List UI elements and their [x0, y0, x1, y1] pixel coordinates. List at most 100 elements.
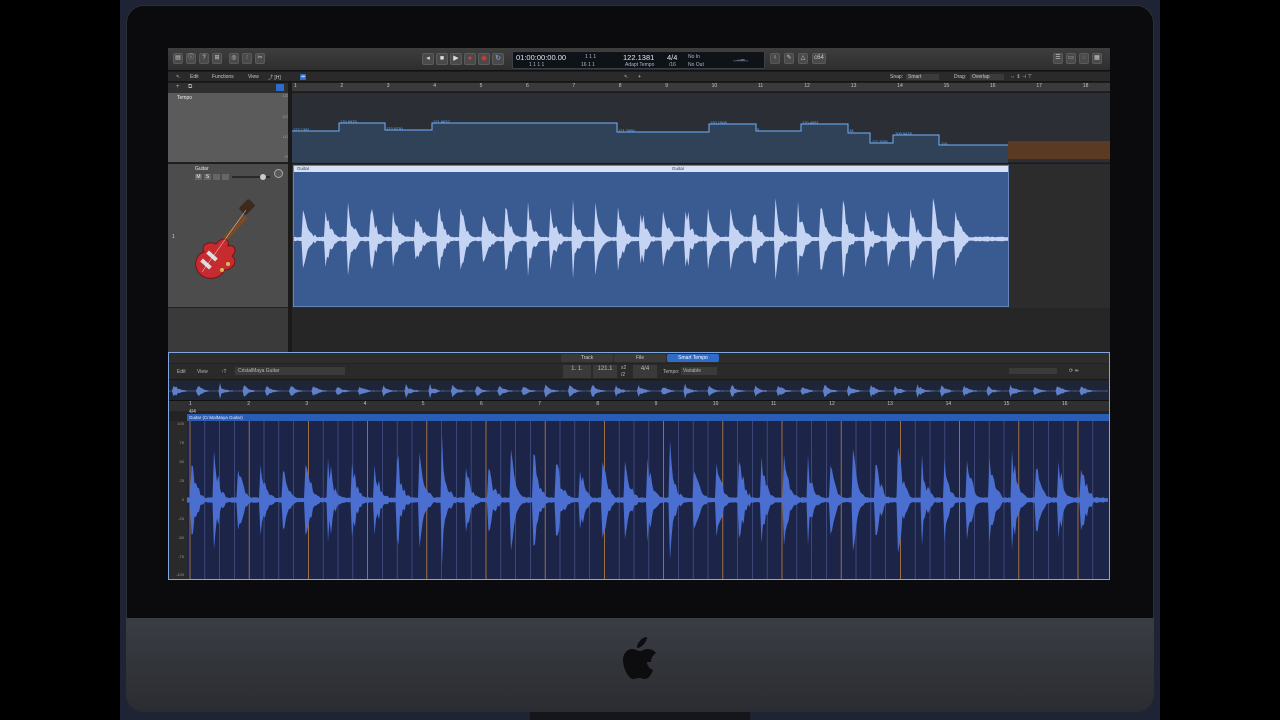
toolbar-icon[interactable]: ⊞ — [212, 53, 222, 64]
region-label: Guitar — [672, 166, 685, 171]
drag-label: Drag: — [954, 74, 967, 80]
help-icon[interactable]: ? — [199, 53, 209, 64]
ruler-bar-number: 13 — [850, 83, 857, 89]
tempo-lane[interactable]: 122.1381 120.8978 123.5230 121.8632 121.… — [292, 93, 1110, 163]
empty-track-area[interactable] — [292, 308, 1110, 352]
editor-waveform-area[interactable] — [187, 421, 1109, 579]
amplitude-tick: 50 — [179, 459, 184, 464]
inspector-icon[interactable]: ⓘ — [186, 53, 196, 64]
record-enable-button[interactable] — [213, 174, 220, 180]
lcd-display[interactable]: 01:00:00:00.00 1 1 1 1 1 1 1 16 1 1 122.… — [512, 51, 765, 69]
tempo-point-label: 121.7680 — [618, 128, 635, 133]
view-menu[interactable]: View — [248, 74, 259, 80]
editor-ruler-bar-number: 12 — [829, 401, 835, 407]
amplitude-tick: -75 — [178, 554, 184, 559]
browsers-icon[interactable]: ▦ — [1092, 53, 1102, 64]
position-field[interactable]: 1. 1. — [563, 365, 591, 378]
pencil-tool-icon[interactable]: + — [638, 74, 641, 80]
half-tempo-button[interactable]: /2 — [621, 372, 625, 378]
tempo-point-label: 120.1508 — [710, 120, 727, 125]
cpu-badge[interactable]: c64 — [812, 53, 826, 64]
timeline-ruler[interactable]: 1 2 3 4 5 6 7 8 9 10 11 12 13 14 15 16 17 18 — [292, 83, 1110, 92]
flex-mode-icon[interactable]: ↑T — [221, 369, 227, 375]
tempo-point-label: 111.3281 — [872, 139, 889, 144]
tempo-track-header[interactable]: Tempo 130 120 110 90 — [168, 93, 292, 163]
overview-waveform-shape — [169, 383, 1108, 399]
logic-pro-window: ▤ ⓘ ? ⊞ ◎ ⫶ ✂ ◂ ■ ▶ ● ◉ ↻ 01:00:00:00.00… — [168, 48, 1110, 580]
tempo-point-label: 5 — [757, 127, 760, 132]
track-divider[interactable] — [288, 83, 292, 352]
tempo-field[interactable]: 121.1 — [593, 365, 617, 378]
capture-record-button[interactable]: ◉ — [478, 53, 490, 65]
metronome-icon[interactable]: △ — [798, 53, 808, 64]
pan-knob[interactable] — [274, 169, 283, 178]
input-monitor-button[interactable] — [222, 174, 229, 180]
global-tracks-icon[interactable] — [276, 84, 284, 91]
ruler-bar-number: 6 — [526, 83, 529, 89]
tempo-point-label: 120.8978 — [340, 119, 357, 124]
pointer-tool-icon[interactable]: ↖ — [624, 74, 628, 80]
signature-field[interactable]: 4/4 — [633, 365, 657, 378]
add-track-icon[interactable]: + — [176, 84, 180, 90]
lcd-end-top: 1 1 1 — [585, 54, 597, 60]
editor-ruler-bar-number: 2 — [247, 401, 250, 407]
mute-button[interactable]: M — [195, 174, 202, 180]
loop-browser-icon[interactable]: ◌ — [1079, 53, 1089, 64]
duplicate-track-icon[interactable]: ⧉ — [188, 84, 192, 91]
track-name[interactable]: Guitar — [195, 166, 209, 172]
back-icon[interactable]: ↖ — [176, 74, 180, 80]
double-tempo-button[interactable]: x2 — [621, 365, 626, 371]
waveform-overview[interactable] — [169, 381, 1109, 401]
audio-track-editor: Track File Smart Tempo Edit View ↑T Cris… — [168, 352, 1110, 580]
lcd-midi-in: No In — [688, 54, 700, 60]
audio-region[interactable]: Guitar Guitar — [293, 165, 1009, 307]
tempo-track-name: Tempo — [177, 95, 193, 101]
tempo-mode-select[interactable]: Variable — [681, 367, 717, 375]
editor-ruler-bar-number: 5 — [421, 401, 425, 407]
smart-controls-icon[interactable]: ◎ — [229, 53, 239, 64]
editors-icon[interactable]: ✂ — [255, 53, 265, 64]
control-bar: ▤ ⓘ ? ⊞ ◎ ⫶ ✂ ◂ ■ ▶ ● ◉ ↻ 01:00:00:00.00… — [168, 48, 1110, 71]
list-editors-icon[interactable]: ☰ — [1053, 53, 1063, 64]
editor-ruler[interactable]: 1 2 3 4 5 6 7 8 9 10 11 12 13 14 15 16 — [169, 401, 1109, 411]
play-button[interactable]: ▶ — [450, 53, 462, 65]
tab-smart-tempo[interactable]: Smart Tempo — [667, 354, 719, 362]
guitar-track-lane[interactable]: Guitar Guitar — [292, 164, 1110, 308]
catch-icon[interactable]: ⟳ ⇹ — [1069, 368, 1079, 374]
stop-button[interactable]: ■ — [436, 53, 448, 65]
editor-edit-menu[interactable]: Edit — [177, 369, 186, 375]
drag-select[interactable]: Overlap — [970, 74, 1004, 80]
zoom-slider[interactable] — [1009, 368, 1057, 374]
notepad-icon[interactable]: ▭ — [1066, 53, 1076, 64]
mixer-icon[interactable]: ⫶ — [242, 53, 252, 64]
solo-button[interactable]: S — [204, 174, 211, 180]
automation-icon[interactable]: ⤴ [H] — [268, 74, 281, 81]
record-button[interactable]: ● — [464, 53, 476, 65]
zoom-icon[interactable]: ⇔ ⇕ ⊣ ⊤ — [1010, 74, 1032, 80]
edit-menu[interactable]: Edit — [190, 74, 199, 80]
pencil-icon[interactable]: ✎ — [784, 53, 794, 64]
editor-view-menu[interactable]: View — [197, 369, 208, 375]
imac-stand — [530, 712, 750, 720]
snap-select[interactable]: Smart — [906, 74, 940, 80]
tab-track[interactable]: Track — [561, 354, 613, 362]
tempo-point-label: 122.1381 — [293, 127, 310, 132]
volume-slider-knob[interactable] — [260, 174, 266, 180]
tracks-menubar: ↖ Edit Functions View ⤴ [H] ⇹ ↖ + Snap: … — [168, 72, 1110, 82]
tab-file[interactable]: File — [614, 354, 666, 362]
editor-tabs: Track File Smart Tempo — [169, 353, 1109, 363]
tempo-tail — [1008, 141, 1110, 159]
tuner-icon[interactable]: ♮ — [770, 53, 780, 64]
file-name-field[interactable]: CristalMaya Guitar — [235, 367, 345, 375]
cycle-button[interactable]: ↻ — [492, 53, 504, 65]
flex-icon[interactable]: ⇹ — [300, 74, 307, 80]
editor-region-header[interactable]: Guitar (CristalMaya Guitar) — [187, 414, 1109, 421]
rewind-button[interactable]: ◂ — [422, 53, 434, 65]
library-icon[interactable]: ▤ — [173, 53, 183, 64]
track-number: 1 — [172, 234, 175, 240]
editor-ruler-bar-number: 7 — [538, 401, 541, 407]
guitar-track-header[interactable]: 1 Guitar M S — [168, 164, 292, 308]
functions-menu[interactable]: Functions — [212, 74, 234, 80]
apple-logo-icon — [623, 637, 656, 679]
overview-waveform — [169, 383, 1108, 399]
